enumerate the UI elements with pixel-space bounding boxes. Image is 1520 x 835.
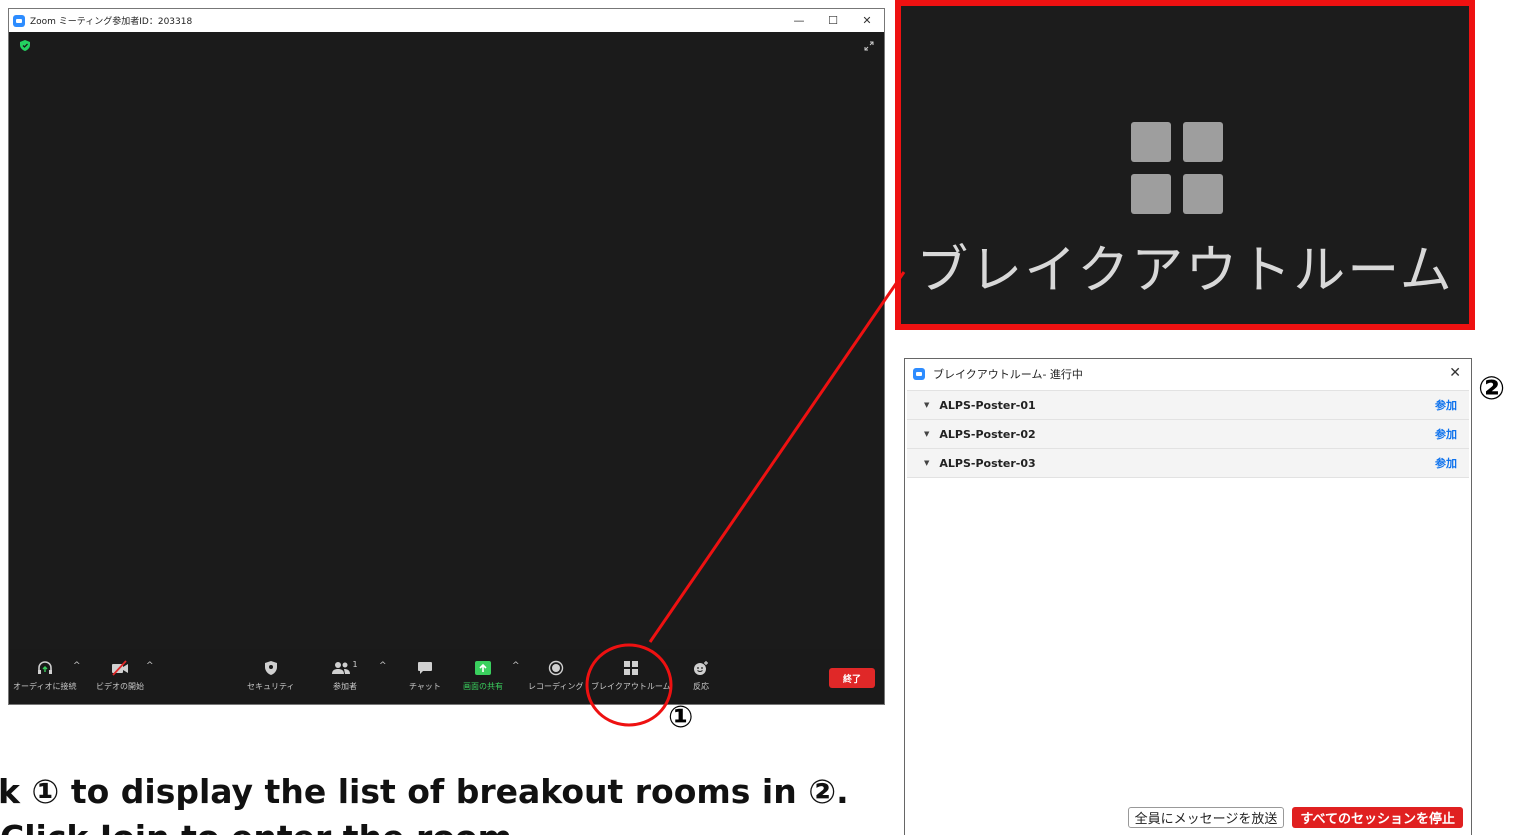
chat-bubble-icon	[415, 659, 435, 677]
start-video-button[interactable]: ビデオの開始	[96, 659, 144, 692]
security-label: セキュリティ	[247, 682, 295, 691]
close-icon[interactable]: ✕	[1449, 365, 1461, 381]
record-label: レコーディング	[528, 682, 584, 691]
caption-line-1: k ① to display the list of breakout room…	[0, 772, 849, 811]
breakout-rooms-label: ブレイクアウトルーム	[591, 682, 671, 691]
zoomed-breakout-button-inset: ブレイクアウトルーム	[895, 0, 1475, 330]
join-room-link[interactable]: 参加	[1435, 455, 1457, 471]
window-controls: — ☐ ✕	[782, 9, 884, 32]
audio-options-caret[interactable]: ^	[73, 661, 81, 671]
zoom-logo-icon	[13, 14, 25, 27]
video-area	[9, 32, 884, 652]
meeting-toolbar: オーディオに接続 ^ ビデオの開始 ^ セキュリティ 1 参加者 ^ チャット …	[9, 649, 884, 704]
participants-count: 1	[352, 659, 358, 669]
expand-triangle-icon[interactable]: ▼	[924, 401, 929, 409]
start-video-label: ビデオの開始	[96, 682, 144, 691]
record-icon	[546, 659, 566, 677]
share-screen-icon	[473, 659, 493, 677]
broadcast-message-button[interactable]: 全員にメッセージを放送	[1127, 807, 1285, 828]
close-button[interactable]: ✕	[850, 9, 884, 32]
annotation-marker-1: ①	[668, 700, 694, 735]
join-audio-button[interactable]: オーディオに接続	[13, 659, 76, 692]
breakout-room-row[interactable]: ▼ ALPS-Poster-01 参加	[907, 390, 1469, 419]
list-divider	[907, 477, 1469, 478]
breakout-rooms-button[interactable]: ブレイクアウトルーム	[591, 659, 671, 692]
breakout-room-row[interactable]: ▼ ALPS-Poster-03 参加	[907, 448, 1469, 477]
instruction-caption: k ① to display the list of breakout room…	[0, 772, 849, 811]
reactions-button[interactable]: 反応	[691, 659, 711, 692]
breakout-rooms-icon	[621, 659, 641, 677]
window-titlebar: Zoom ミーティング参加者ID：203318 — ☐ ✕	[9, 9, 884, 32]
expand-triangle-icon[interactable]: ▼	[924, 430, 929, 438]
encryption-shield-icon[interactable]	[20, 40, 30, 51]
zoom-logo-icon	[913, 368, 925, 380]
reactions-label: 反応	[693, 682, 709, 691]
breakout-room-list: ▼ ALPS-Poster-01 参加 ▼ ALPS-Poster-02 参加 …	[907, 390, 1469, 478]
chat-button[interactable]: チャット	[409, 659, 441, 692]
participants-button[interactable]: 1 参加者	[330, 659, 360, 692]
join-room-link[interactable]: 参加	[1435, 426, 1457, 442]
fullscreen-icon[interactable]	[864, 41, 874, 51]
headphones-icon	[35, 659, 55, 677]
participants-icon: 1	[330, 659, 360, 677]
video-options-caret[interactable]: ^	[146, 661, 154, 671]
window-title: Zoom ミーティング参加者ID：203318	[30, 17, 193, 27]
record-button[interactable]: レコーディング	[528, 659, 583, 692]
room-name: ALPS-Poster-03	[939, 456, 1036, 470]
end-meeting-button[interactable]: 終了	[829, 668, 875, 688]
breakout-room-row[interactable]: ▼ ALPS-Poster-02 参加	[907, 419, 1469, 448]
share-screen-label: 画面の共有	[463, 682, 503, 691]
security-button[interactable]: セキュリティ	[247, 659, 295, 692]
join-room-link[interactable]: 参加	[1435, 397, 1457, 413]
breakout-panel-footer: 全員にメッセージを放送 すべてのセッションを停止	[1127, 807, 1463, 828]
security-shield-icon	[261, 659, 281, 677]
maximize-button[interactable]: ☐	[816, 9, 850, 32]
video-off-icon	[110, 659, 130, 677]
room-name: ALPS-Poster-02	[939, 427, 1036, 441]
expand-triangle-icon[interactable]: ▼	[924, 459, 929, 467]
breakout-panel-title: ブレイクアウトルーム- 進行中	[933, 368, 1083, 381]
room-name: ALPS-Poster-01	[939, 398, 1036, 412]
chat-label: チャット	[409, 682, 441, 691]
breakout-rooms-panel: ブレイクアウトルーム- 進行中 ✕ ▼ ALPS-Poster-01 参加 ▼ …	[904, 358, 1472, 835]
minimize-button[interactable]: —	[782, 9, 816, 32]
instruction-caption-line-2: Click Join to enter the room.	[0, 818, 890, 835]
join-audio-label: オーディオに接続	[13, 682, 77, 691]
participants-options-caret[interactable]: ^	[379, 661, 387, 671]
breakout-panel-titlebar: ブレイクアウトルーム- 進行中 ✕	[905, 359, 1471, 389]
breakout-rooms-large-icon	[1131, 122, 1223, 214]
zoomed-breakout-label: ブレイクアウトルーム	[916, 241, 1454, 301]
share-screen-button[interactable]: 画面の共有	[463, 659, 503, 692]
reaction-emoji-icon	[691, 659, 711, 677]
participants-label: 参加者	[333, 682, 357, 691]
annotation-marker-2: ②	[1478, 369, 1506, 407]
share-options-caret[interactable]: ^	[512, 661, 520, 671]
stop-all-sessions-button[interactable]: すべてのセッションを停止	[1292, 807, 1463, 828]
zoom-meeting-window: Zoom ミーティング参加者ID：203318 — ☐ ✕ オーディオに接続 ^	[8, 8, 885, 705]
